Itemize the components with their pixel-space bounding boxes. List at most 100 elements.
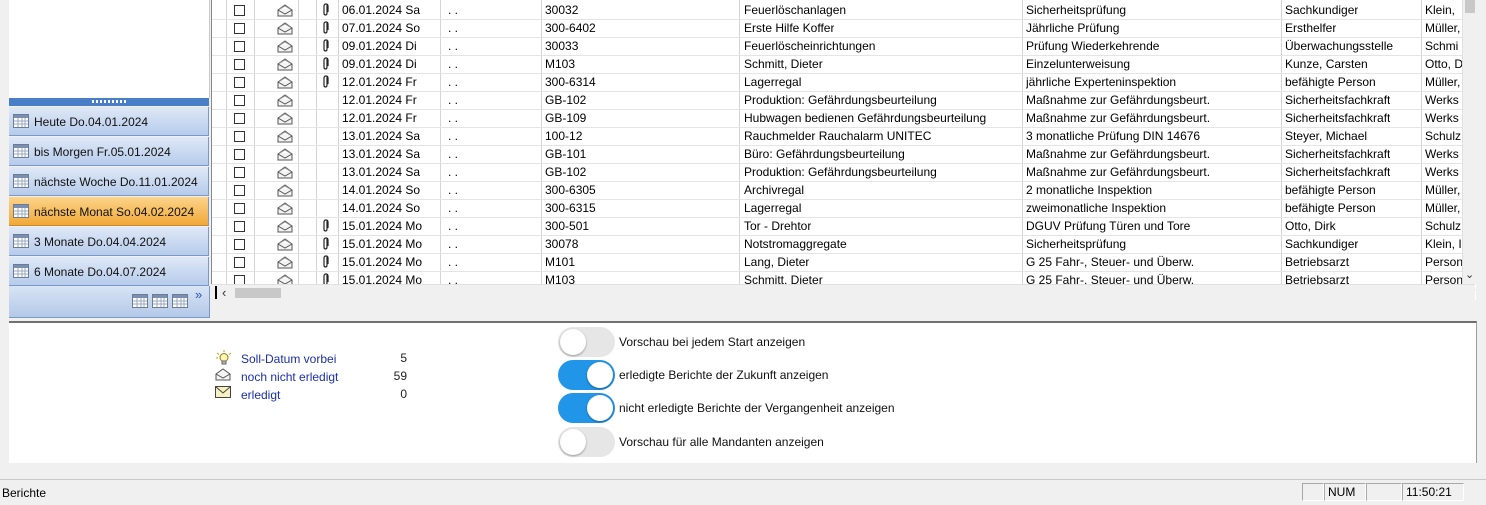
paperclip-icon[interactable] [322, 237, 330, 253]
cell-role: befähigte Person [1285, 183, 1376, 197]
open-envelope-icon [277, 112, 293, 128]
table-row[interactable]: 15.01.2024 Mo . . 300-501 Tor - Drehtor DGUV… [212, 218, 1476, 236]
cell-person: Werks [1425, 147, 1459, 161]
row-checkbox[interactable] [234, 113, 245, 124]
cell-date: 09.01.2024 Di [342, 39, 417, 53]
table-row[interactable]: 09.01.2024 Di . . 30033 Feuerlöscheinrichtu… [212, 38, 1476, 56]
cell-role: Kunze, Carsten [1285, 57, 1368, 71]
row-checkbox[interactable] [234, 41, 245, 52]
cell-object: Produktion: Gefährdungsbeurteilung [744, 165, 937, 179]
nav-period-button[interactable]: nächste Monat So.04.02.2024 [9, 197, 209, 226]
toggle-switch[interactable] [558, 393, 615, 423]
cell-id: 300-6305 [545, 183, 596, 197]
more-options-icon[interactable]: » [195, 288, 202, 301]
cell-extra: . . [448, 93, 459, 107]
row-checkbox[interactable] [234, 59, 245, 70]
cell-date: 12.01.2024 Fr [342, 111, 417, 125]
open-envelope-icon [277, 238, 293, 254]
nav-period-button[interactable]: 3 Monate Do.04.04.2024 [9, 227, 209, 256]
table-row[interactable]: 06.01.2024 Sa . . 30032 Feuerlöschanlagen Si… [212, 2, 1476, 20]
table-row[interactable]: 13.01.2024 Sa . . 100-12 Rauchmelder Raucha… [212, 128, 1476, 146]
toggle-switch[interactable] [558, 427, 615, 457]
row-checkbox[interactable] [234, 149, 245, 160]
row-checkbox[interactable] [234, 257, 245, 268]
nav-period-button[interactable]: Heute Do.04.01.2024 [9, 107, 209, 136]
cell-object: Feuerlöschanlagen [744, 3, 847, 17]
cell-task: Jährliche Prüfung [1026, 21, 1120, 35]
vertical-scrollbar[interactable]: ⌄ [1462, 0, 1476, 284]
cell-task: G 25 Fahr-, Steuer- und Überw. [1026, 255, 1195, 269]
cell-role: Ersthelfer [1285, 21, 1337, 35]
cell-person: Schulz [1425, 129, 1462, 143]
cell-id: 300-6315 [545, 201, 596, 215]
table-row[interactable]: 13.01.2024 Sa . . GB-101 Büro: Gefährdungsb… [212, 146, 1476, 164]
row-checkbox[interactable] [234, 221, 245, 232]
row-checkbox[interactable] [234, 131, 245, 142]
table-row[interactable]: 15.01.2024 Mo . . 30078 Notstromaggregate Si… [212, 236, 1476, 254]
legend-label[interactable]: Soll-Datum vorbei [241, 352, 336, 366]
table-row[interactable]: 14.01.2024 So . . 300-6305 Archivregal 2 mon… [212, 182, 1476, 200]
table-row[interactable]: 15.01.2024 Mo . . M101 Lang, Dieter G 25 Fah… [212, 254, 1476, 272]
cell-person: Werks [1425, 165, 1459, 179]
table-row[interactable]: 12.01.2024 Fr . . GB-102 Produktion: Gefähr… [212, 92, 1476, 110]
row-checkbox[interactable] [234, 167, 245, 178]
table-row[interactable]: 13.01.2024 Sa . . GB-102 Produktion: Gefähr… [212, 164, 1476, 182]
nav-period-button[interactable]: nächste Woche Do.11.01.2024 [9, 167, 209, 196]
table-row[interactable]: 12.01.2024 Fr . . GB-109 Hubwagen bedienen … [212, 110, 1476, 128]
nav-period-button[interactable]: 6 Monate Do.04.07.2024 [9, 257, 209, 286]
row-checkbox[interactable] [234, 77, 245, 88]
row-checkbox[interactable] [234, 203, 245, 214]
scrollbar-thumb-horizontal[interactable] [235, 288, 281, 298]
cell-person: Otto, D [1425, 57, 1464, 71]
paperclip-icon[interactable] [322, 21, 330, 37]
paperclip-icon[interactable] [322, 219, 330, 235]
cell-id: 300-6314 [545, 75, 596, 89]
paperclip-icon[interactable] [322, 75, 330, 91]
toggle-switch[interactable] [558, 327, 615, 357]
row-checkbox[interactable] [234, 185, 245, 196]
cell-role: Sicherheitsfachkraft [1285, 165, 1391, 179]
table-row[interactable]: 14.01.2024 So . . 300-6315 Lagerregal zweimo… [212, 200, 1476, 218]
cell-extra: . . [448, 111, 459, 125]
row-checkbox[interactable] [234, 23, 245, 34]
paperclip-icon[interactable] [322, 3, 330, 19]
cell-extra: . . [448, 21, 459, 35]
paperclip-icon[interactable] [322, 255, 330, 271]
scroll-down-icon[interactable]: ⌄ [1465, 268, 1474, 281]
scroll-left-icon[interactable]: ‹ [222, 285, 226, 300]
status-time: 11:50:21 [1402, 483, 1464, 501]
toggle-switch[interactable] [558, 360, 615, 390]
cell-date: 13.01.2024 Sa [342, 129, 421, 143]
cell-date: 15.01.2024 Mo [342, 237, 423, 251]
row-checkbox[interactable] [234, 95, 245, 106]
cell-id: GB-102 [545, 93, 587, 107]
calendar-icon [13, 204, 29, 221]
cell-task: Sicherheitsprüfung [1026, 237, 1127, 251]
toggle-label: nicht erledigte Berichte der Vergangenhe… [619, 401, 895, 415]
nav-period-button[interactable]: bis Morgen Fr.05.01.2024 [9, 137, 209, 166]
cell-role: Steyer, Michael [1285, 129, 1368, 143]
legend-label[interactable]: noch nicht erledigt [241, 370, 338, 384]
cell-date: 15.01.2024 Mo [342, 255, 423, 269]
table-row[interactable]: 12.01.2024 Fr . . 300-6314 Lagerregal jährli… [212, 74, 1476, 92]
cell-task: Einzelunterweisung [1026, 57, 1131, 71]
cell-object: Archivregal [744, 183, 805, 197]
table-row[interactable]: 07.01.2024 So . . 300-6402 Erste Hilfe Koff… [212, 20, 1476, 38]
table-row[interactable]: 09.01.2024 Di . . M103 Schmitt, Dieter Einze… [212, 56, 1476, 74]
navigation-tree-area [9, 0, 210, 98]
row-checkbox[interactable] [234, 5, 245, 16]
paperclip-icon[interactable] [322, 39, 330, 55]
open-envelope-icon [277, 76, 293, 92]
calendar-day-icon[interactable] [132, 294, 148, 311]
calendar-week-icon[interactable] [152, 294, 168, 311]
calendar-month-icon[interactable] [172, 294, 188, 311]
cell-task: Maßnahme zur Gefährdungsbeurt. [1026, 147, 1211, 161]
paperclip-icon[interactable] [322, 57, 330, 73]
calendar-icon [13, 234, 29, 251]
pane-splitter[interactable] [9, 98, 209, 106]
horizontal-scrollbar[interactable]: ‹ [211, 284, 1475, 301]
scrollbar-thumb[interactable] [1465, 0, 1475, 13]
cell-id: M101 [545, 255, 576, 269]
row-checkbox[interactable] [234, 239, 245, 250]
legend-label[interactable]: erledigt [241, 388, 280, 402]
